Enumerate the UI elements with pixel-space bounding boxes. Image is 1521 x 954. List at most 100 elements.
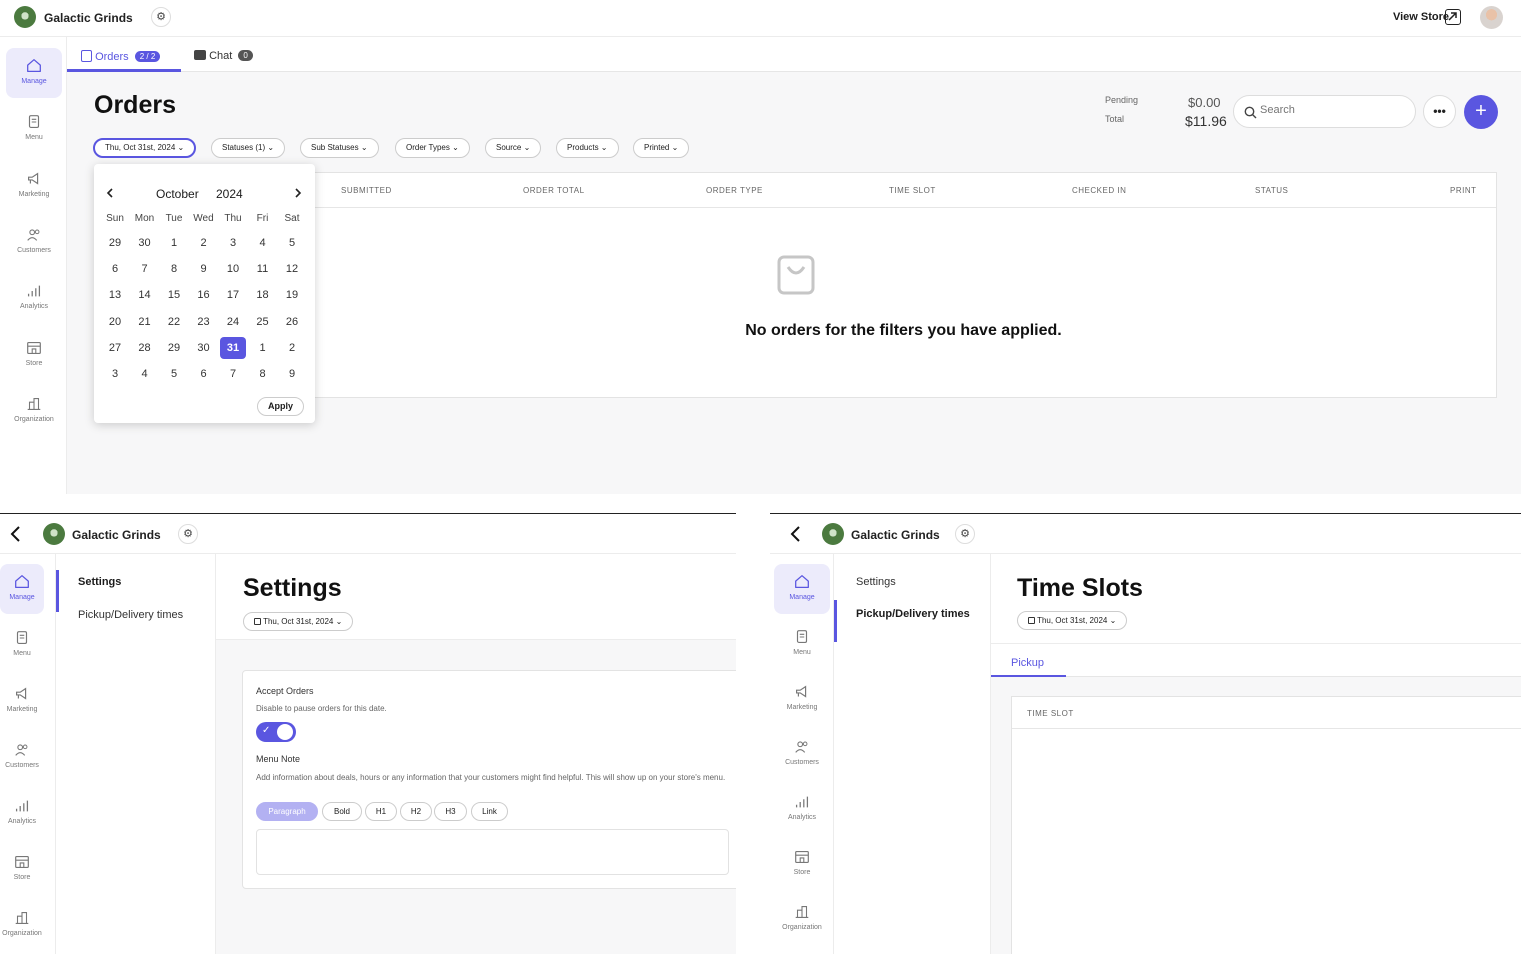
- chevron-left-icon[interactable]: [10, 526, 21, 542]
- external-link-icon[interactable]: [1445, 9, 1461, 25]
- format-h3-button[interactable]: H3: [434, 802, 467, 821]
- filter-order-types[interactable]: Order Types ⌄: [395, 138, 470, 158]
- format-paragraph-button[interactable]: Paragraph: [256, 802, 318, 821]
- calendar-day[interactable]: 4: [132, 363, 158, 385]
- column-header-status[interactable]: STATUS: [1255, 186, 1288, 195]
- menu-note-editor[interactable]: [256, 829, 729, 875]
- filter-products[interactable]: Products ⌄: [556, 138, 619, 158]
- nav-item-store[interactable]: Store: [774, 839, 830, 889]
- nav-item-analytics[interactable]: Analytics: [6, 273, 62, 323]
- date-selector[interactable]: Thu, Oct 31st, 2024 ⌄: [1017, 611, 1128, 630]
- tab-pickup[interactable]: Pickup: [1011, 657, 1044, 669]
- nav-item-analytics[interactable]: Analytics: [0, 788, 44, 838]
- accept-orders-toggle[interactable]: ✓: [256, 722, 296, 742]
- column-header-time-slot[interactable]: TIME SLOT: [889, 186, 936, 195]
- date-selector[interactable]: Thu, Oct 31st, 2024 ⌄: [243, 612, 354, 631]
- chevron-left-icon[interactable]: [790, 526, 801, 542]
- calendar-day[interactable]: 6: [102, 258, 128, 280]
- apply-button[interactable]: Apply: [257, 397, 305, 416]
- calendar-day[interactable]: 29: [161, 337, 187, 359]
- format-h1-button[interactable]: H1: [365, 802, 397, 821]
- calendar-day-selected[interactable]: 31: [220, 336, 246, 359]
- calendar-month[interactable]: October: [156, 187, 199, 201]
- column-header-submitted[interactable]: SUBMITTED: [341, 186, 392, 195]
- nav-item-manage[interactable]: Manage: [6, 48, 62, 98]
- format-bold-button[interactable]: Bold: [322, 802, 362, 821]
- filter-sub-statuses[interactable]: Sub Statuses ⌄: [300, 138, 379, 158]
- nav-item-customers[interactable]: Customers: [774, 729, 830, 779]
- filter-statuses[interactable]: Statuses (1) ⌄: [211, 138, 286, 158]
- search-box[interactable]: [1233, 95, 1416, 128]
- column-header-order-total[interactable]: ORDER TOTAL: [523, 186, 585, 195]
- gear-icon[interactable]: ⚙: [151, 7, 171, 27]
- nav-item-marketing[interactable]: Marketing: [774, 674, 830, 724]
- calendar-day[interactable]: 16: [191, 284, 217, 306]
- calendar-day[interactable]: 18: [250, 284, 276, 306]
- calendar-day[interactable]: 19: [279, 284, 305, 306]
- filter-printed[interactable]: Printed ⌄: [633, 138, 690, 158]
- nav-item-customers[interactable]: Customers: [0, 732, 44, 782]
- calendar-day[interactable]: 8: [161, 258, 187, 280]
- subnav-settings[interactable]: Settings: [856, 576, 896, 588]
- tab-chat[interactable]: Chat 0: [194, 50, 253, 62]
- filter-source[interactable]: Source ⌄: [485, 138, 542, 158]
- add-order-button[interactable]: +: [1464, 95, 1498, 129]
- subnav-pickup-delivery[interactable]: Pickup/Delivery times: [856, 608, 970, 620]
- nav-item-manage[interactable]: Manage: [774, 564, 830, 614]
- calendar-day[interactable]: 20: [102, 311, 128, 333]
- nav-item-organization[interactable]: Organization: [0, 900, 44, 950]
- search-input[interactable]: [1260, 104, 1400, 116]
- nav-item-store[interactable]: Store: [6, 330, 62, 380]
- calendar-day[interactable]: 15: [161, 284, 187, 306]
- calendar-day[interactable]: 5: [279, 232, 305, 254]
- calendar-day[interactable]: 13: [102, 284, 128, 306]
- view-store-link[interactable]: View Store: [1393, 11, 1449, 23]
- gear-icon[interactable]: ⚙: [955, 524, 975, 544]
- calendar-day[interactable]: 9: [191, 258, 217, 280]
- column-header-print[interactable]: PRINT: [1450, 186, 1477, 195]
- calendar-day[interactable]: 26: [279, 311, 305, 333]
- calendar-day[interactable]: 3: [220, 232, 246, 254]
- calendar-day[interactable]: 7: [220, 363, 246, 385]
- calendar-day[interactable]: 21: [132, 311, 158, 333]
- nav-item-organization[interactable]: Organization: [774, 894, 830, 944]
- calendar-day[interactable]: 2: [191, 232, 217, 254]
- calendar-day[interactable]: 12: [279, 258, 305, 280]
- calendar-day[interactable]: 1: [250, 337, 276, 359]
- calendar-day[interactable]: 27: [102, 337, 128, 359]
- calendar-day[interactable]: 1: [161, 232, 187, 254]
- format-link-button[interactable]: Link: [471, 802, 508, 821]
- calendar-day[interactable]: 6: [191, 363, 217, 385]
- nav-item-menu[interactable]: Menu: [6, 104, 62, 154]
- tab-orders[interactable]: Orders 2 / 2: [81, 50, 161, 63]
- avatar[interactable]: [1480, 6, 1503, 29]
- subnav-settings[interactable]: Settings: [78, 576, 121, 588]
- calendar-day[interactable]: 9: [279, 363, 305, 385]
- gear-icon[interactable]: ⚙: [178, 524, 198, 544]
- calendar-day[interactable]: 25: [250, 311, 276, 333]
- calendar-year[interactable]: 2024: [216, 187, 243, 201]
- calendar-day[interactable]: 11: [250, 258, 276, 280]
- calendar-day[interactable]: 4: [250, 232, 276, 254]
- chevron-right-icon[interactable]: [294, 188, 302, 198]
- nav-item-menu[interactable]: Menu: [774, 619, 830, 669]
- calendar-day[interactable]: 30: [132, 232, 158, 254]
- calendar-day[interactable]: 8: [250, 363, 276, 385]
- nav-item-marketing[interactable]: Marketing: [6, 161, 62, 211]
- subnav-pickup-delivery[interactable]: Pickup/Delivery times: [78, 609, 183, 621]
- calendar-day[interactable]: 3: [102, 363, 128, 385]
- nav-item-menu[interactable]: Menu: [0, 620, 44, 670]
- calendar-day[interactable]: 22: [161, 311, 187, 333]
- nav-item-analytics[interactable]: Analytics: [774, 784, 830, 834]
- calendar-day[interactable]: 29: [102, 232, 128, 254]
- calendar-day[interactable]: 5: [161, 363, 187, 385]
- column-header-checked-in[interactable]: CHECKED IN: [1072, 186, 1126, 195]
- calendar-day[interactable]: 28: [132, 337, 158, 359]
- calendar-day[interactable]: 7: [132, 258, 158, 280]
- nav-item-customers[interactable]: Customers: [6, 217, 62, 267]
- more-options-button[interactable]: •••: [1423, 95, 1456, 128]
- nav-item-organization[interactable]: Organization: [6, 386, 62, 436]
- nav-item-manage[interactable]: Manage: [0, 564, 44, 614]
- calendar-day[interactable]: 30: [191, 337, 217, 359]
- column-header-order-type[interactable]: ORDER TYPE: [706, 186, 763, 195]
